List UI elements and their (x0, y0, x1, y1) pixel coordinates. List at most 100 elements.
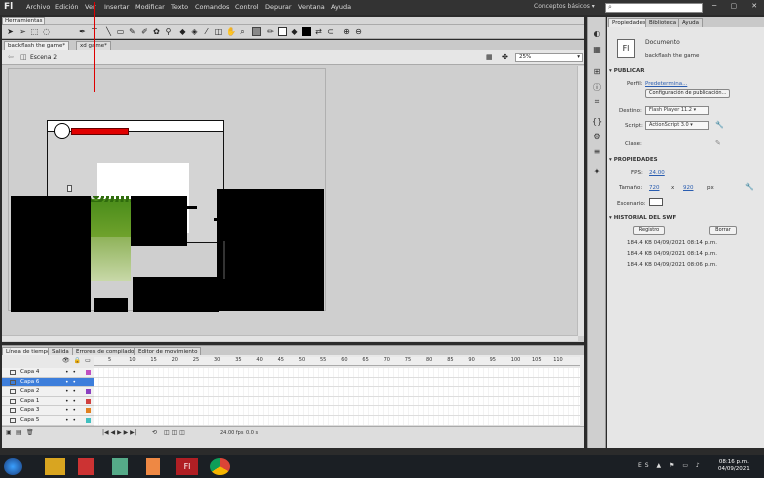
menu-ayuda[interactable]: Ayuda (331, 3, 351, 11)
layer-visibility-lock[interactable]: •• (65, 406, 80, 415)
frame-row[interactable] (94, 368, 580, 378)
tools-panel-tab[interactable]: Herramientas (2, 17, 46, 25)
pen-icon[interactable]: ✒ (78, 27, 87, 36)
fps-readout[interactable]: 24.00 fps (220, 430, 243, 436)
start-button[interactable] (4, 458, 22, 475)
layer-color-swatch[interactable] (86, 389, 91, 395)
new-layer-icon[interactable]: ▣ (6, 429, 12, 436)
menu-control[interactable]: Control (235, 3, 259, 11)
publish-section-header[interactable]: ▾ PUBLICAR (609, 68, 644, 74)
frame-row[interactable] (94, 396, 580, 407)
flash-taskbar-icon[interactable]: Fl (176, 458, 198, 475)
layer-visibility-lock[interactable]: •• (65, 368, 80, 377)
frame-row[interactable] (94, 377, 580, 388)
menu-edicion[interactable]: Edición (55, 3, 79, 11)
help-search-input[interactable]: ⌕ (605, 3, 703, 13)
pencil-icon[interactable]: ✎ (128, 27, 137, 36)
onion-skin-icon[interactable]: ◫ ◫ ◫ (164, 429, 185, 436)
register-button[interactable]: Registro (633, 226, 665, 235)
layer-color-swatch[interactable] (86, 417, 91, 423)
layer-visibility-lock[interactable]: •• (65, 378, 80, 387)
magnifier-out-icon[interactable]: ⊖ (354, 27, 363, 36)
motion-presets-icon[interactable]: ≡ (592, 147, 602, 157)
deco-icon[interactable]: ✿ (152, 27, 161, 36)
swatches-icon[interactable]: ▦ (592, 45, 602, 55)
stage-vertical-scrollbar[interactable] (577, 66, 584, 336)
eraser-icon[interactable]: ◫ (214, 27, 223, 36)
layer-row[interactable]: Capa 2 •• (2, 387, 94, 397)
layer-row[interactable]: Capa 5 •• (2, 415, 94, 426)
layer-visibility-lock[interactable]: •• (65, 387, 80, 396)
tab-backflash[interactable]: backflash the game* (4, 41, 70, 50)
align-icon[interactable]: ⊞ (592, 67, 602, 77)
layer-row[interactable]: Capa 6 •• (2, 377, 94, 388)
menu-modificar[interactable]: Modificar (135, 3, 165, 11)
profile-value[interactable]: Predetermina... (645, 81, 687, 87)
arrow-icon[interactable]: ➤ (6, 27, 15, 36)
playback-controls[interactable]: |◀ ◀ ▶ ▶ ▶| (102, 429, 137, 436)
frame-row[interactable] (94, 406, 580, 416)
fill-color-icon[interactable]: ◆ (290, 27, 299, 36)
menu-ventana[interactable]: Ventana (298, 3, 325, 11)
menu-depurar[interactable]: Depurar (265, 3, 292, 11)
layer-row[interactable]: Capa 4 •• (2, 368, 94, 378)
delete-layer-icon[interactable]: 🗑 (26, 429, 34, 436)
rect-icon[interactable]: ▭ (116, 27, 125, 36)
stage-color-swatch[interactable] (649, 198, 663, 206)
properties-section-header[interactable]: ▾ PROPIEDADES (609, 157, 658, 163)
pencil-icon[interactable]: ✎ (715, 139, 721, 147)
height-value[interactable]: 920 (683, 185, 694, 191)
transform-icon[interactable]: ⌗ (592, 97, 602, 107)
loop-icon[interactable]: ⟲ (152, 429, 157, 436)
components-icon[interactable]: ⚙ (592, 132, 602, 142)
layer-color-swatch[interactable] (86, 408, 91, 414)
frame-row[interactable] (94, 387, 580, 397)
hand-icon[interactable]: ✋ (226, 27, 236, 36)
menu-archivo[interactable]: Archivo (26, 3, 50, 11)
explorer-icon[interactable] (45, 458, 65, 475)
object-drawing-icon[interactable] (252, 27, 261, 36)
menu-texto[interactable]: Texto (171, 3, 188, 11)
app-icon-2[interactable] (146, 458, 160, 475)
stage[interactable] (8, 68, 326, 312)
paint-bucket-icon[interactable]: ◆ (178, 27, 187, 36)
publish-settings-button[interactable]: Configuración de publicación... (645, 89, 731, 98)
fill-swatch[interactable] (302, 27, 311, 36)
frame-ruler[interactable]: 5 10 15 20 25 30 35 40 45 50 55 60 65 70 75 80 85 90 95 100… (94, 357, 580, 366)
back-arrow-icon[interactable]: ⇦ (8, 53, 14, 61)
stage-horizontal-scrollbar[interactable] (2, 335, 578, 341)
menu-comandos[interactable]: Comandos (195, 3, 229, 11)
script-select[interactable]: ActionScript 3.0 ▾ (645, 121, 709, 130)
history-section-header[interactable]: ▾ HISTORIAL DEL SWF (609, 215, 676, 221)
tab-library[interactable]: Biblioteca (645, 18, 681, 27)
line-icon[interactable]: ╲ (104, 27, 113, 36)
stroke-swatch[interactable] (278, 27, 287, 36)
system-tray[interactable]: ES ▲ ⚑ ▭ ♪ (638, 462, 703, 469)
window-controls[interactable]: ─ ▢ ✕ (712, 2, 763, 10)
tab-help[interactable]: Ayuda (678, 18, 703, 27)
layer-row[interactable]: Capa 3 •• (2, 406, 94, 416)
fps-value[interactable]: 24.00 (649, 170, 665, 176)
wrench-icon[interactable]: 🔧 (745, 183, 754, 191)
workspace-switcher[interactable]: Conceptos básicos ▾ (534, 3, 595, 10)
app-icon[interactable] (112, 458, 128, 475)
color-icon[interactable]: ◐ (592, 29, 602, 39)
media-player-icon[interactable] (78, 458, 94, 475)
free-transform-icon[interactable]: ⬚ (30, 27, 39, 36)
zoom-icon[interactable]: ⌕ (238, 27, 247, 36)
layer-color-swatch[interactable] (86, 398, 91, 404)
target-select[interactable]: Flash Player 11.2 ▾ (645, 106, 709, 115)
clock[interactable]: 08:16 p.m. 04/09/2021 (718, 459, 750, 473)
chrome-icon[interactable] (210, 458, 230, 475)
ink-bottle-icon[interactable]: ◈ (190, 27, 199, 36)
magnifier-in-icon[interactable]: ⊕ (342, 27, 351, 36)
clear-button[interactable]: Borrar (709, 226, 737, 235)
playhead[interactable] (94, 2, 95, 92)
edit-symbol-icon[interactable]: ✤ (502, 53, 508, 61)
layer-visibility-lock[interactable]: •• (65, 397, 80, 406)
info-icon[interactable]: ⓘ (592, 83, 602, 93)
swap-colors-icon[interactable]: ⇄ (314, 27, 323, 36)
menu-insertar[interactable]: Insertar (104, 3, 129, 11)
subselect-icon[interactable]: ➢ (18, 27, 27, 36)
code-snippets-icon[interactable]: {} (592, 117, 602, 127)
